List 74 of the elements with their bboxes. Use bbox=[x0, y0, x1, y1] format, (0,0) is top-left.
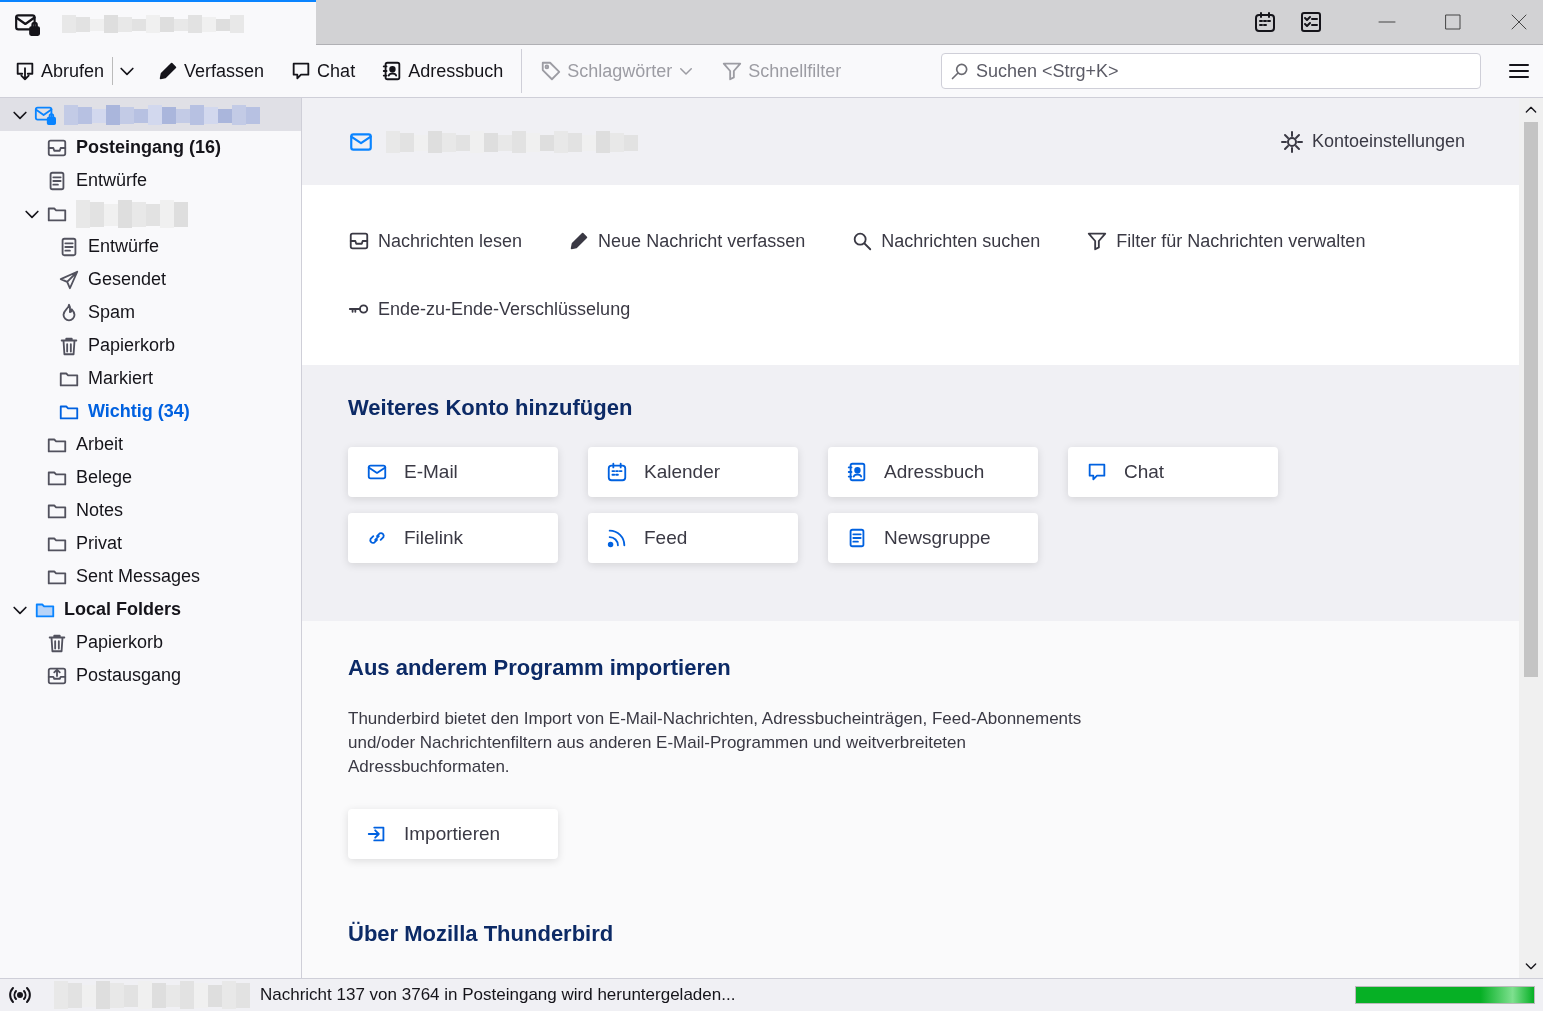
paper-plane-icon bbox=[58, 268, 80, 291]
folder-name: Local Folders bbox=[64, 599, 182, 620]
toolbar-button[interactable]: Adressbuch bbox=[377, 56, 508, 86]
import-button[interactable]: Importieren bbox=[348, 809, 558, 859]
search-icon bbox=[950, 61, 970, 81]
folder-name: Spam bbox=[88, 302, 136, 323]
folder-name: Sent Messages bbox=[76, 566, 201, 587]
toolbar-button[interactable]: Chat bbox=[286, 56, 360, 86]
account-type-button[interactable]: Newsgruppe bbox=[828, 513, 1038, 563]
folder-name: Entwürfe bbox=[76, 170, 148, 191]
checklist-icon[interactable] bbox=[1299, 10, 1323, 34]
folder-row[interactable]: Sent Messages bbox=[0, 560, 301, 593]
scrollbar-thumb[interactable] bbox=[1524, 122, 1538, 677]
folder-row[interactable]: Postausgang bbox=[0, 659, 301, 692]
calendar-icon bbox=[606, 461, 628, 483]
folder-row[interactable]: Papierkorb bbox=[0, 329, 301, 362]
folder-row[interactable]: Spam bbox=[0, 296, 301, 329]
speech-bubble-icon bbox=[1086, 461, 1108, 483]
download-tray-icon bbox=[14, 60, 36, 82]
folder-name: Papierkorb bbox=[88, 335, 176, 356]
folder-name: Posteingang (16) bbox=[76, 137, 222, 158]
action-link[interactable]: Nachrichten lesen bbox=[348, 223, 523, 259]
funnel-icon bbox=[1086, 230, 1109, 252]
rss-icon bbox=[606, 527, 628, 549]
folder-name: Entwürfe bbox=[88, 236, 160, 257]
action-link[interactable]: Neue Nachricht verfassen bbox=[568, 223, 806, 259]
folder-name: Belege bbox=[76, 467, 133, 488]
folder-row[interactable]: Papierkorb bbox=[0, 626, 301, 659]
mail-tab[interactable] bbox=[0, 0, 316, 45]
search-box[interactable]: Suchen <Strg+K> bbox=[941, 53, 1481, 89]
folder-name: Arbeit bbox=[76, 434, 124, 455]
folder-name: Notes bbox=[76, 500, 124, 521]
folder-row[interactable]: Privat bbox=[0, 527, 301, 560]
calendar-icon[interactable] bbox=[1253, 10, 1277, 34]
tag-icon bbox=[540, 60, 563, 82]
section-heading: Über Mozilla Thunderbird bbox=[348, 921, 615, 947]
folder-row[interactable]: Arbeit bbox=[0, 428, 301, 461]
section-heading: Weiteres Konto hinzufügen bbox=[348, 395, 634, 421]
account-type-button[interactable]: Filelink bbox=[348, 513, 558, 563]
funnel-icon bbox=[721, 60, 744, 82]
folder-row[interactable]: Markiert bbox=[0, 362, 301, 395]
folder-row[interactable]: Notes bbox=[0, 494, 301, 527]
folder-name: Gesendet bbox=[88, 269, 167, 290]
account-type-button[interactable]: Adressbuch bbox=[828, 447, 1038, 497]
search-field[interactable]: Suchen <Strg+K> bbox=[976, 55, 1472, 87]
account-type-button[interactable]: Feed bbox=[588, 513, 798, 563]
folder-name: Markiert bbox=[88, 368, 153, 389]
section-heading: Aus anderem Programm importieren bbox=[348, 655, 732, 681]
inbox-icon bbox=[348, 230, 370, 252]
folder-name: Privat bbox=[76, 533, 122, 554]
folder-row[interactable]: Wichtig (34) bbox=[0, 395, 301, 428]
folder-row[interactable]: Belege bbox=[0, 461, 301, 494]
folder-name: Wichtig (34) bbox=[88, 401, 190, 422]
account-type-button[interactable]: Kalender bbox=[588, 447, 798, 497]
folder-row[interactable]: Posteingang (16) bbox=[0, 131, 301, 164]
account-type-button[interactable]: Chat bbox=[1068, 447, 1278, 497]
folder-name: Postausgang bbox=[76, 665, 182, 686]
action-link[interactable]: Ende-zu-Ende-Verschlüsselung bbox=[348, 291, 631, 327]
folder-row[interactable]: Local Folders bbox=[0, 593, 301, 626]
account-type-button[interactable]: E-Mail bbox=[348, 447, 558, 497]
import-description: Thunderbird bietet den Import von E-Mail-Nachrichten, Adressbucheinträgen, Feed-Abonnements und/oder Nachrichtenfiltern aus anderen E-Mail-Programmen und weitverbreiteten Adressbuchformaten. bbox=[348, 708, 1083, 778]
search-icon bbox=[851, 230, 874, 252]
folder-row[interactable]: Entwürfe bbox=[0, 164, 301, 197]
action-link[interactable]: Filter für Nachrichten verwalten bbox=[1086, 223, 1366, 259]
folder-row[interactable]: Gesendet bbox=[0, 263, 301, 296]
settings-icon bbox=[1279, 129, 1304, 154]
toolbar-button[interactable]: Verfassen bbox=[153, 56, 269, 86]
toolbar-button[interactable]: Abrufen bbox=[10, 56, 109, 86]
account-settings-link[interactable]: Kontoeinstellungen bbox=[1279, 129, 1465, 154]
folder-row[interactable]: Entwürfe bbox=[0, 230, 301, 263]
folder-name: Papierkorb bbox=[76, 632, 164, 653]
action-link[interactable]: Nachrichten suchen bbox=[851, 223, 1041, 259]
status-message: Nachricht 137 von 3764 in Posteingang wird heruntergeladen... bbox=[260, 985, 736, 1005]
contact-book-icon bbox=[846, 461, 868, 483]
